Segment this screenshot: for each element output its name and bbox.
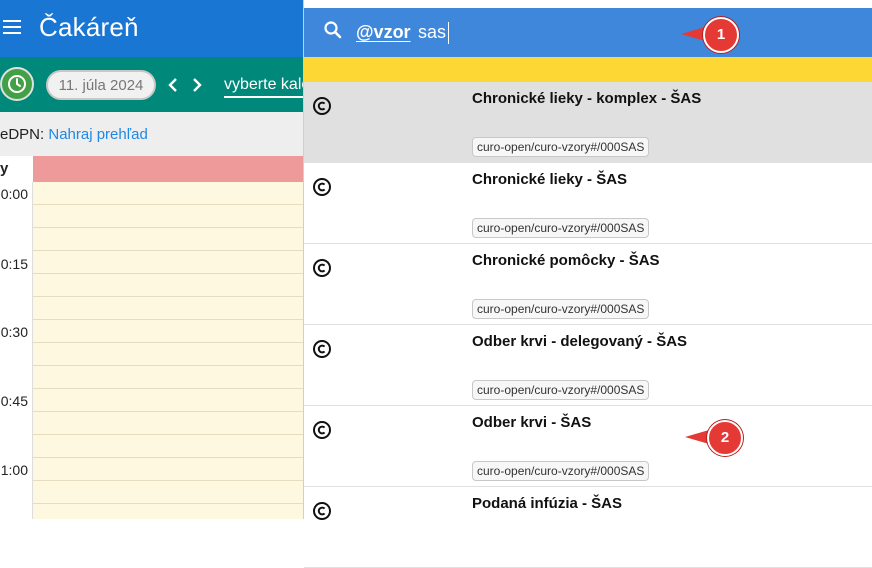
time-column: 0:00 0:15 0:30 0:45 1:00	[0, 182, 33, 519]
search-icon	[324, 21, 342, 39]
time-label: 0:00	[0, 186, 28, 202]
chevron-left-icon[interactable]	[166, 76, 180, 94]
result-item[interactable]: Chronické lieky - komplex - ŠAS curo-ope…	[304, 82, 872, 163]
search-panel: @vzor Chronické lieky - komplex - ŠAS cu…	[303, 0, 872, 568]
upload-overview-link[interactable]: Nahraj prehľad	[48, 126, 147, 143]
result-item[interactable]: Chronické pomôcky - ŠAS curo-open/curo-v…	[304, 244, 872, 325]
info-prefix: eDPN:	[0, 126, 49, 143]
result-path-tag: curo-open/curo-vzory#/000SAS	[472, 299, 650, 319]
time-label: 0:30	[0, 324, 28, 340]
copyright-icon	[313, 259, 331, 277]
callout-number: 2	[707, 420, 743, 456]
result-item[interactable]: Chronické lieky - ŠAS curo-open/curo-vzo…	[304, 163, 872, 244]
search-filter-token[interactable]: @vzor	[356, 22, 411, 43]
result-title: Chronické pomôcky - ŠAS	[472, 252, 660, 269]
result-path-tag: curo-open/curo-vzory#/000SAS	[472, 380, 650, 400]
result-item[interactable]: Odber krvi - delegovaný - ŠAS curo-open/…	[304, 325, 872, 406]
result-title: Podaná infúzia - ŠAS	[472, 495, 623, 512]
copyright-icon	[313, 502, 331, 520]
copyright-icon	[313, 97, 331, 115]
calendar-select[interactable]: vyberte kalendár	[224, 76, 303, 98]
info-bar: eDPN: Nahraj prehľad	[0, 112, 303, 156]
time-label: 0:45	[0, 393, 28, 409]
result-item[interactable]: Odber krvi - ŠAS curo-open/curo-vzory#/0…	[304, 406, 872, 487]
result-title: Odber krvi - ŠAS	[472, 414, 592, 431]
day-allday-band[interactable]	[33, 156, 303, 182]
callout-number: 1	[703, 17, 739, 53]
time-label: 0:15	[0, 256, 28, 272]
app-title: Čakáreň	[39, 12, 139, 42]
results-list: Chronické lieky - komplex - ŠAS curo-ope…	[304, 82, 872, 568]
time-label: 1:00	[0, 462, 28, 478]
day-grid[interactable]	[33, 182, 303, 519]
result-path-tag: curo-open/curo-vzory#/000SAS	[472, 137, 650, 157]
status-strip	[304, 57, 872, 82]
result-title: Odber krvi - delegovaný - ŠAS	[472, 333, 688, 350]
chevron-right-icon[interactable]	[190, 76, 204, 94]
hamburger-menu-icon[interactable]	[3, 20, 21, 36]
text-caret	[448, 22, 449, 44]
clock-icon[interactable]	[0, 67, 34, 101]
date-picker[interactable]: 11. júla 2024	[46, 70, 156, 100]
result-title: Chronické lieky - komplex - ŠAS	[472, 90, 702, 107]
result-item[interactable]: Podaná infúzia - ŠAS	[304, 487, 872, 568]
search-bar: @vzor	[304, 8, 872, 57]
copyright-icon	[313, 178, 331, 196]
result-path-tag: curo-open/curo-vzory#/000SAS	[472, 461, 650, 481]
result-title: Chronické lieky - ŠAS	[472, 171, 628, 188]
result-path-tag: curo-open/curo-vzory#/000SAS	[472, 218, 650, 238]
copyright-icon	[313, 340, 331, 358]
copyright-icon	[313, 421, 331, 439]
search-input[interactable]	[418, 20, 668, 44]
day-label: y 28	[0, 156, 32, 203]
day-header: y 28	[0, 156, 303, 203]
